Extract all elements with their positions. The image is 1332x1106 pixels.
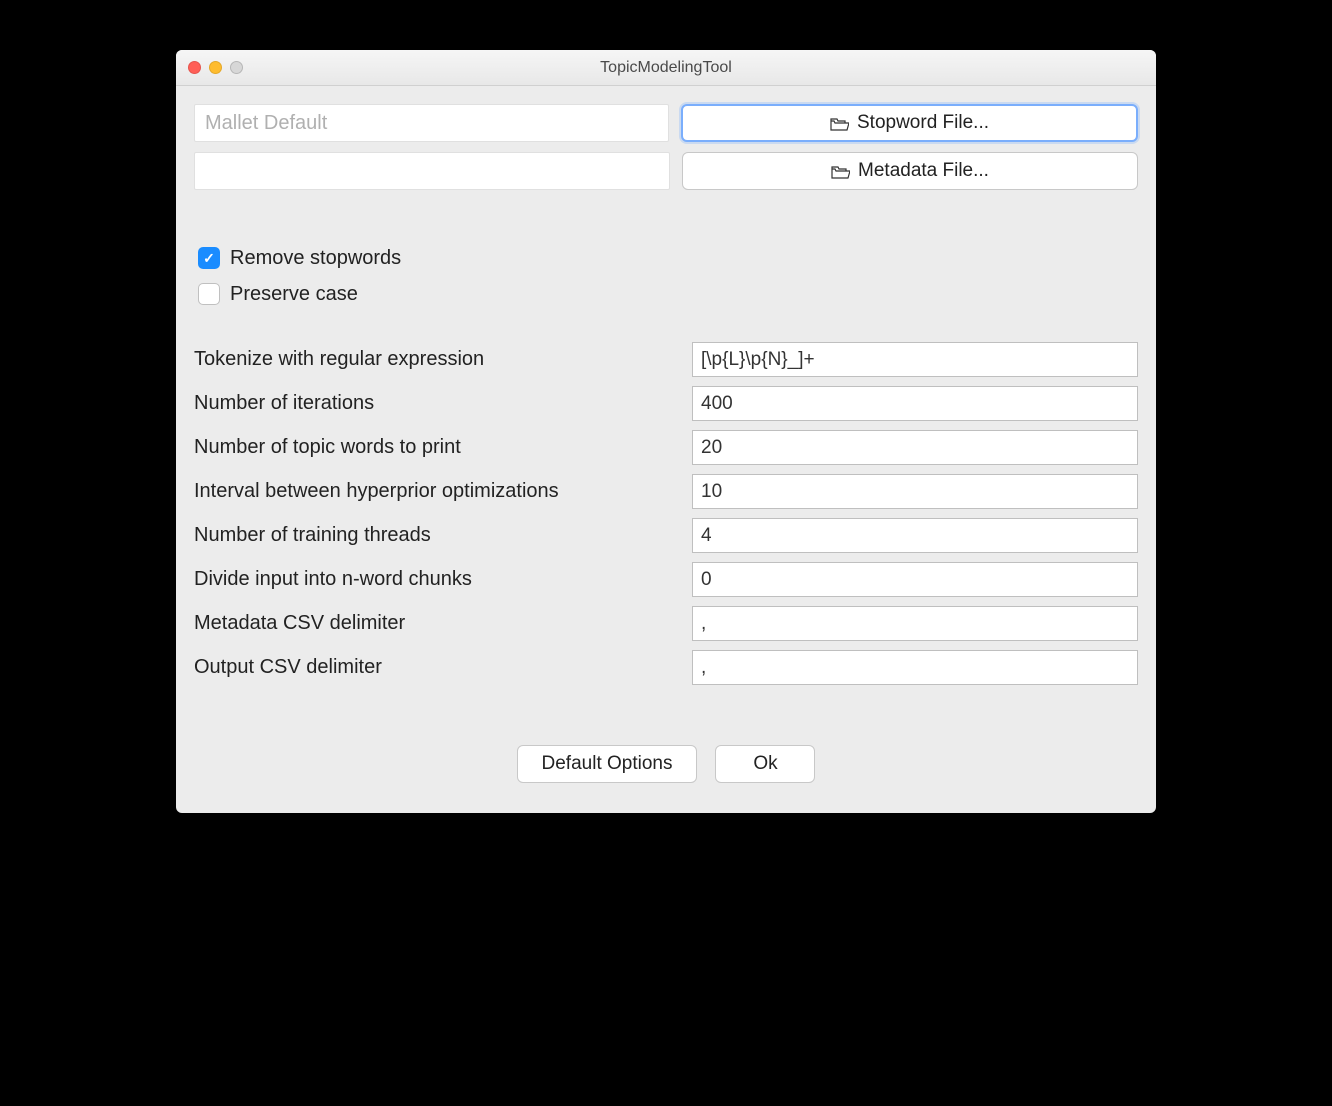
window-title: TopicModelingTool — [176, 59, 1156, 77]
metadata-file-display — [194, 152, 670, 190]
default-options-button[interactable]: Default Options — [517, 745, 698, 783]
metadata-delimiter-input[interactable] — [692, 606, 1138, 641]
output-delimiter-label: Output CSV delimiter — [194, 656, 684, 679]
ok-button[interactable]: Ok — [715, 745, 815, 783]
output-delimiter-input[interactable] — [692, 650, 1138, 685]
folder-open-icon — [831, 164, 850, 178]
stopword-file-display: Mallet Default — [194, 104, 669, 142]
tokenize-regex-input[interactable] — [692, 342, 1138, 377]
titlebar: TopicModelingTool — [176, 50, 1156, 86]
iterations-label: Number of iterations — [194, 392, 684, 415]
dialog-window: TopicModelingTool Mallet Default Stopwor… — [176, 50, 1156, 813]
preserve-case-checkbox[interactable] — [198, 283, 220, 305]
chunk-size-input[interactable] — [692, 562, 1138, 597]
traffic-lights — [188, 61, 243, 74]
maximize-window-button[interactable] — [230, 61, 243, 74]
training-threads-input[interactable] — [692, 518, 1138, 553]
close-window-button[interactable] — [188, 61, 201, 74]
remove-stopwords-label: Remove stopwords — [230, 247, 401, 270]
stopword-file-button[interactable]: Stopword File... — [681, 104, 1138, 142]
metadata-delimiter-label: Metadata CSV delimiter — [194, 612, 684, 635]
dialog-content: Mallet Default Stopword File... Metadata… — [176, 86, 1156, 813]
checkmark-icon: ✓ — [203, 250, 215, 267]
tokenize-regex-label: Tokenize with regular expression — [194, 348, 684, 371]
training-threads-label: Number of training threads — [194, 524, 684, 547]
hyperprior-interval-input[interactable] — [692, 474, 1138, 509]
preserve-case-label: Preserve case — [230, 283, 358, 306]
minimize-window-button[interactable] — [209, 61, 222, 74]
hyperprior-interval-label: Interval between hyperprior optimization… — [194, 480, 684, 503]
topic-words-label: Number of topic words to print — [194, 436, 684, 459]
metadata-file-button-label: Metadata File... — [858, 160, 989, 182]
chunk-size-label: Divide input into n-word chunks — [194, 568, 684, 591]
remove-stopwords-checkbox[interactable]: ✓ — [198, 247, 220, 269]
stopword-file-button-label: Stopword File... — [857, 112, 989, 134]
topic-words-input[interactable] — [692, 430, 1138, 465]
folder-open-icon — [830, 116, 849, 130]
metadata-file-button[interactable]: Metadata File... — [682, 152, 1138, 190]
iterations-input[interactable] — [692, 386, 1138, 421]
